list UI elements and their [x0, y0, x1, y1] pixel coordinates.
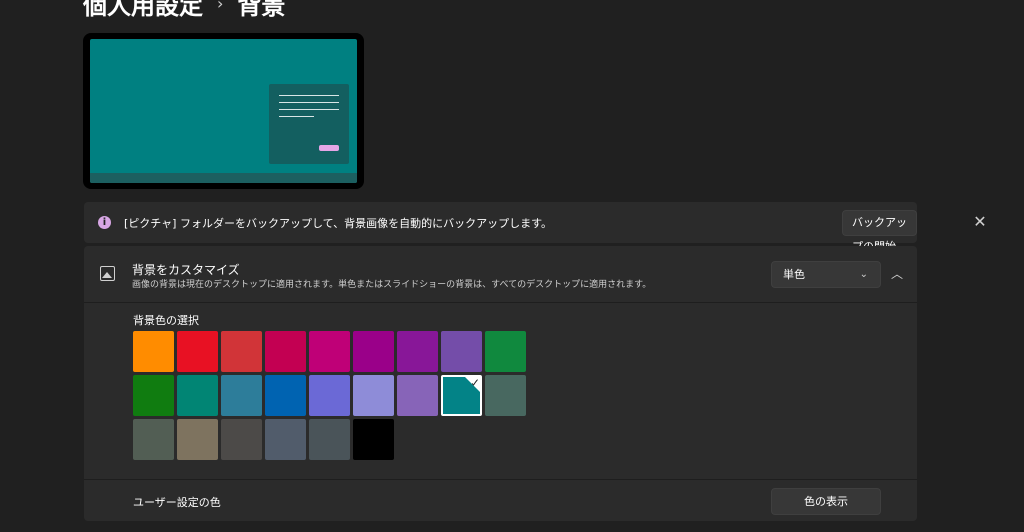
color-swatch[interactable]: [397, 331, 438, 372]
breadcrumb-separator-icon: ›: [217, 0, 224, 13]
divider: [84, 479, 917, 480]
page-title: 背景: [237, 0, 286, 20]
preview-window-button: [319, 145, 339, 151]
preview-taskbar: [90, 173, 357, 183]
background-customize-card: 背景をカスタマイズ 画像の背景は現在のデスクトップに適用されます。単色またはスラ…: [84, 246, 917, 521]
choose-color-label: 背景色の選択: [133, 314, 199, 327]
view-colors-button[interactable]: 色の表示: [771, 488, 881, 515]
color-swatch[interactable]: [353, 375, 394, 416]
desktop-preview: [83, 33, 364, 189]
color-swatch[interactable]: [221, 419, 262, 460]
color-swatch[interactable]: [133, 375, 174, 416]
color-swatch[interactable]: ✓: [441, 375, 482, 416]
preview-screen: [90, 39, 357, 183]
info-icon: i: [98, 216, 111, 229]
color-swatch[interactable]: [397, 375, 438, 416]
color-swatch[interactable]: [133, 331, 174, 372]
color-swatch[interactable]: [485, 331, 526, 372]
breadcrumb-parent[interactable]: 個人用設定: [83, 0, 203, 21]
color-swatch[interactable]: [353, 419, 394, 460]
custom-color-label: ユーザー設定の色: [133, 496, 221, 509]
color-swatch[interactable]: [221, 375, 262, 416]
banner-text: [ピクチャ] フォルダーをバックアップして、背景画像を自動的にバックアップします…: [124, 217, 552, 230]
chevron-down-icon: ⌄: [859, 269, 868, 280]
color-swatch[interactable]: [265, 419, 306, 460]
color-swatch[interactable]: [309, 331, 350, 372]
backup-banner: i [ピクチャ] フォルダーをバックアップして、背景画像を自動的にバックアップし…: [84, 202, 987, 253]
dropdown-value: 単色: [783, 268, 805, 281]
chevron-up-icon[interactable]: ︿: [889, 264, 905, 284]
start-backup-button[interactable]: バックアップの開始: [842, 210, 917, 253]
color-swatch[interactable]: [265, 331, 306, 372]
color-swatch[interactable]: [221, 331, 262, 372]
color-swatch[interactable]: [177, 419, 218, 460]
picture-icon: [100, 266, 115, 281]
color-swatch[interactable]: [441, 331, 482, 372]
settings-page: 個人用設定 › 背景 i [ピクチャ] フォルダーをバックアップして、背景画像を…: [0, 0, 1024, 532]
breadcrumb: 個人用設定 › 背景: [83, 0, 285, 21]
background-type-dropdown[interactable]: 単色 ⌄: [771, 261, 881, 288]
color-swatch[interactable]: [177, 375, 218, 416]
color-swatch[interactable]: [133, 419, 174, 460]
card-subtitle: 画像の背景は現在のデスクトップに適用されます。単色またはスライドショーの背景は、…: [132, 280, 652, 290]
color-swatch[interactable]: [353, 331, 394, 372]
card-title: 背景をカスタマイズ: [132, 263, 240, 277]
color-swatch[interactable]: [265, 375, 306, 416]
color-swatch[interactable]: [309, 419, 350, 460]
color-swatch[interactable]: [309, 375, 350, 416]
card-header[interactable]: 背景をカスタマイズ 画像の背景は現在のデスクトップに適用されます。単色またはスラ…: [84, 246, 917, 302]
color-swatch[interactable]: [485, 375, 526, 416]
color-swatch[interactable]: [177, 331, 218, 372]
divider: [84, 302, 917, 303]
preview-window: [269, 84, 349, 164]
checkmark-icon: ✓: [464, 376, 481, 393]
close-icon[interactable]: ✕: [970, 212, 990, 232]
